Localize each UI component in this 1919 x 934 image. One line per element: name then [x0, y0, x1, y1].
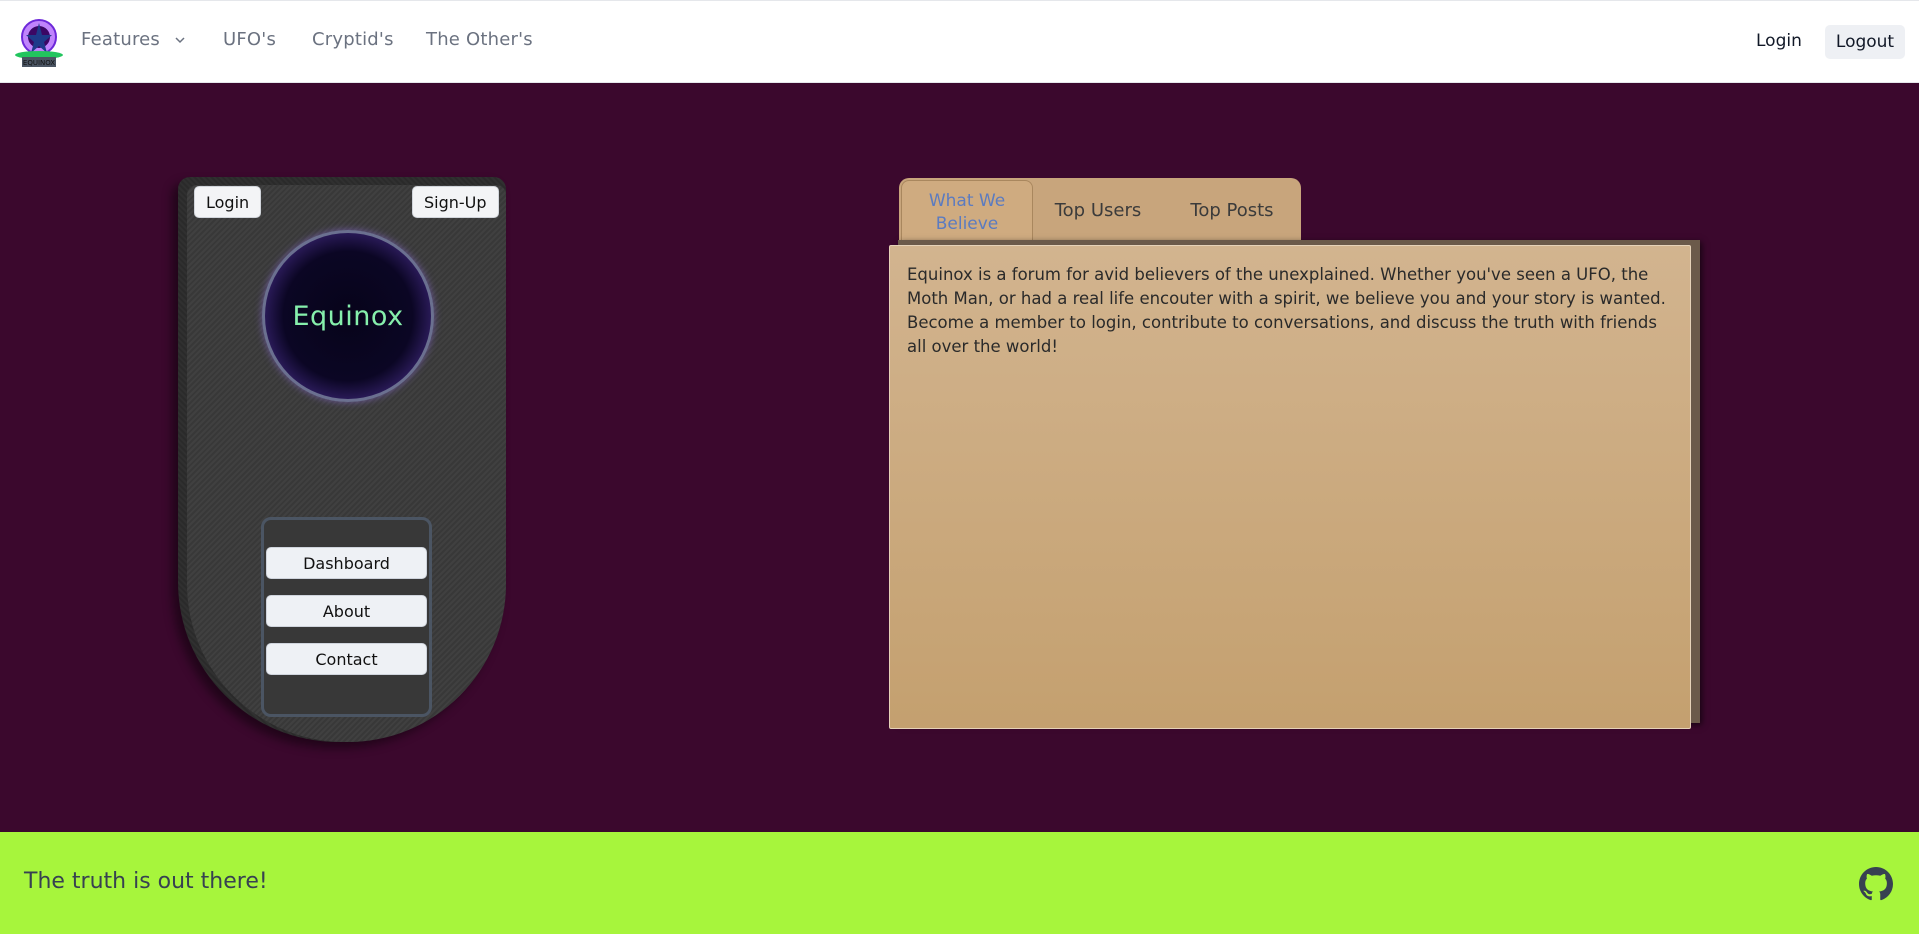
chevron-down-icon [175, 37, 185, 44]
nav-link-cryptids[interactable]: Cryptid's [312, 29, 394, 50]
footer: The truth is out there! [0, 832, 1919, 934]
device-card: Login Sign-Up Equinox Dashboard About Co… [178, 177, 506, 742]
tab-top-posts[interactable]: Top Posts [1165, 178, 1299, 242]
signup-button[interactable]: Sign-Up [412, 186, 499, 218]
tab-what-we-believe[interactable]: What We Believe [901, 180, 1033, 244]
footer-tagline: The truth is out there! [24, 869, 268, 894]
info-tabs: What We Believe Top Users Top Posts [899, 178, 1301, 244]
nav-link-the-others[interactable]: The Other's [426, 29, 533, 50]
equinox-logo[interactable]: EQUINOX [14, 15, 64, 69]
orb-title: Equinox [292, 300, 404, 332]
equinox-orb: Equinox [262, 230, 434, 402]
about-button[interactable]: About [266, 595, 427, 627]
main-content: Login Sign-Up Equinox Dashboard About Co… [0, 83, 1919, 832]
nav-link-ufos[interactable]: UFO's [223, 29, 276, 50]
dashboard-button[interactable]: Dashboard [266, 547, 427, 579]
top-navbar: EQUINOX Features UFO's Cryptid's The Oth… [0, 0, 1919, 83]
nav-logout-button[interactable]: Logout [1825, 25, 1905, 59]
info-panel-body: Equinox is a forum for avid believers of… [889, 245, 1691, 729]
login-button[interactable]: Login [194, 186, 262, 218]
github-icon[interactable] [1859, 867, 1893, 901]
nav-features-dropdown[interactable]: Features [81, 29, 186, 50]
device-menu: Dashboard About Contact [261, 517, 432, 717]
nav-login-button[interactable]: Login [1756, 31, 1802, 51]
svg-text:EQUINOX: EQUINOX [23, 59, 55, 67]
tab-top-users[interactable]: Top Users [1031, 178, 1165, 242]
nav-features-label: Features [81, 29, 160, 50]
contact-button[interactable]: Contact [266, 643, 427, 675]
